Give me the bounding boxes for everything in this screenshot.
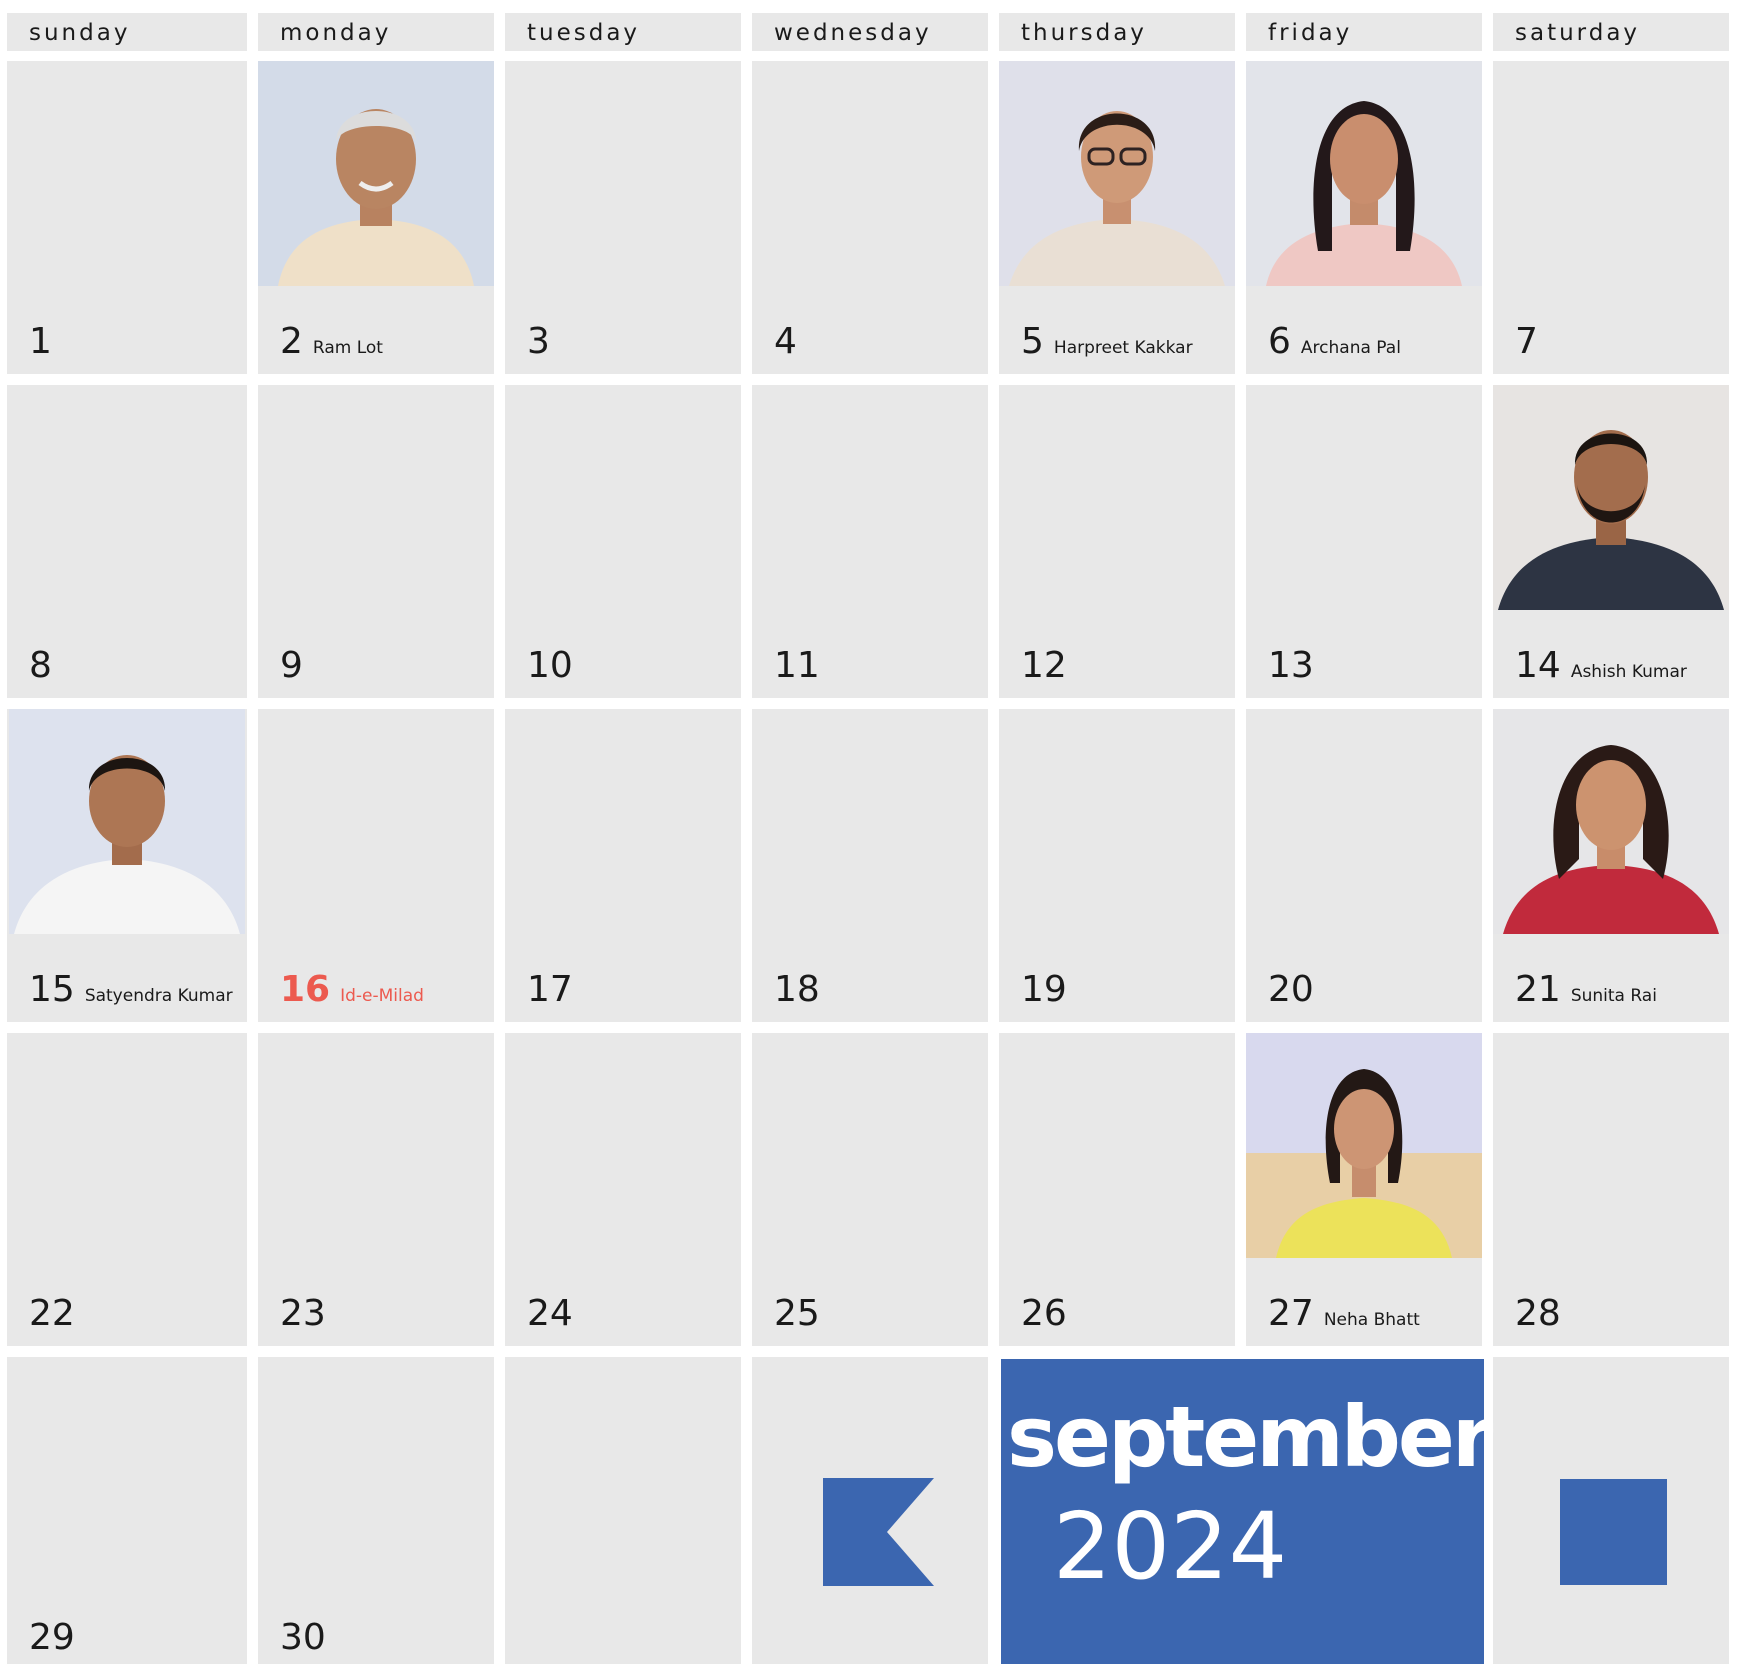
day-number: 19 xyxy=(1021,969,1067,1010)
day-cell-10[interactable]: 10 xyxy=(505,385,741,698)
day-cell-29[interactable]: 29 xyxy=(7,1357,247,1664)
portrait-photo xyxy=(7,709,247,934)
day-cell-30[interactable]: 30 xyxy=(258,1357,494,1664)
day-number: 15 Satyendra Kumar xyxy=(29,969,233,1010)
birthday-name: Archana Pal xyxy=(1300,338,1401,358)
day-number: 22 xyxy=(29,1293,75,1334)
empty-cell xyxy=(505,1357,741,1664)
day-cell-28[interactable]: 28 xyxy=(1493,1033,1729,1346)
birthday-name: Satyendra Kumar xyxy=(84,986,233,1006)
day-number: 8 xyxy=(29,645,52,686)
birthday-name: Neha Bhatt xyxy=(1323,1310,1420,1330)
birthday-name: Ram Lot xyxy=(312,338,383,358)
portrait-photo xyxy=(999,61,1235,286)
month-title-block: september 2024 xyxy=(1001,1359,1493,1664)
weekday-monday: monday xyxy=(258,13,494,51)
day-number: 7 xyxy=(1515,321,1538,362)
day-cell-27[interactable]: 27 Neha Bhatt xyxy=(1246,1033,1482,1346)
day-number: 16 Id-e-Milad xyxy=(280,969,424,1010)
day-number: 2 Ram Lot xyxy=(280,321,383,362)
day-cell-5[interactable]: 5 Harpreet Kakkar xyxy=(999,61,1235,374)
portrait-photo xyxy=(1493,385,1729,610)
weekday-thursday: thursday xyxy=(999,13,1235,51)
day-number: 14 Ashish Kumar xyxy=(1515,645,1687,686)
day-cell-12[interactable]: 12 xyxy=(999,385,1235,698)
day-cell-26[interactable]: 26 xyxy=(999,1033,1235,1346)
day-cell-17[interactable]: 17 xyxy=(505,709,741,1022)
day-cell-13[interactable]: 13 xyxy=(1246,385,1482,698)
day-cell-6[interactable]: 6 Archana Pal xyxy=(1246,61,1482,374)
flag-shape-icon xyxy=(823,1478,934,1586)
day-cell-19[interactable]: 19 xyxy=(999,709,1235,1022)
day-cell-3[interactable]: 3 xyxy=(505,61,741,374)
day-number: 17 xyxy=(527,969,573,1010)
year: 2024 xyxy=(1053,1493,1288,1600)
day-cell-18[interactable]: 18 xyxy=(752,709,988,1022)
day-number: 4 xyxy=(774,321,797,362)
square-shape-icon xyxy=(1560,1479,1667,1585)
day-cell-16[interactable]: 16 Id-e-Milad xyxy=(258,709,494,1022)
day-number: 28 xyxy=(1515,1293,1561,1334)
day-cell-22[interactable]: 22 xyxy=(7,1033,247,1346)
day-cell-11[interactable]: 11 xyxy=(752,385,988,698)
weekday-sunday: sunday xyxy=(7,13,247,51)
day-cell-21[interactable]: 21 Sunita Rai xyxy=(1493,709,1729,1022)
day-number: 20 xyxy=(1268,969,1314,1010)
portrait-photo xyxy=(1246,61,1482,286)
day-cell-1[interactable]: 1 xyxy=(7,61,247,374)
day-number: 10 xyxy=(527,645,573,686)
day-number: 3 xyxy=(527,321,550,362)
day-number: 26 xyxy=(1021,1293,1067,1334)
holiday-name: Id-e-Milad xyxy=(340,986,424,1006)
day-number: 21 Sunita Rai xyxy=(1515,969,1657,1010)
birthday-name: Harpreet Kakkar xyxy=(1053,338,1193,358)
day-number: 6 Archana Pal xyxy=(1268,321,1401,362)
day-cell-23[interactable]: 23 xyxy=(258,1033,494,1346)
day-cell-14[interactable]: 14 Ashish Kumar xyxy=(1493,385,1729,698)
day-number: 11 xyxy=(774,645,820,686)
birthday-name: Ashish Kumar xyxy=(1570,662,1687,682)
day-number: 29 xyxy=(29,1617,75,1658)
day-cell-25[interactable]: 25 xyxy=(752,1033,988,1346)
portrait-photo xyxy=(258,61,494,286)
birthday-name: Sunita Rai xyxy=(1570,986,1657,1006)
day-cell-7[interactable]: 7 xyxy=(1493,61,1729,374)
weekday-saturday: saturday xyxy=(1493,13,1729,51)
day-number: 1 xyxy=(29,321,52,362)
day-number: 23 xyxy=(280,1293,326,1334)
day-number: 25 xyxy=(774,1293,820,1334)
day-number: 27 Neha Bhatt xyxy=(1268,1293,1420,1334)
month-name: september xyxy=(1007,1388,1493,1486)
day-number: 13 xyxy=(1268,645,1314,686)
day-cell-24[interactable]: 24 xyxy=(505,1033,741,1346)
day-number: 18 xyxy=(774,969,820,1010)
weekday-wednesday: wednesday xyxy=(752,13,988,51)
weekday-tuesday: tuesday xyxy=(505,13,741,51)
day-cell-15[interactable]: 15 Satyendra Kumar xyxy=(7,709,247,1022)
day-cell-20[interactable]: 20 xyxy=(1246,709,1482,1022)
day-cell-9[interactable]: 9 xyxy=(258,385,494,698)
day-number: 12 xyxy=(1021,645,1067,686)
day-number: 5 Harpreet Kakkar xyxy=(1021,321,1193,362)
day-number: 9 xyxy=(280,645,303,686)
day-number: 30 xyxy=(280,1617,326,1658)
portrait-photo xyxy=(1493,709,1729,934)
weekday-friday: friday xyxy=(1246,13,1482,51)
portrait-photo xyxy=(1246,1033,1482,1258)
day-cell-4[interactable]: 4 xyxy=(752,61,988,374)
day-cell-8[interactable]: 8 xyxy=(7,385,247,698)
day-number: 24 xyxy=(527,1293,573,1334)
day-cell-2[interactable]: 2 Ram Lot xyxy=(258,61,494,374)
